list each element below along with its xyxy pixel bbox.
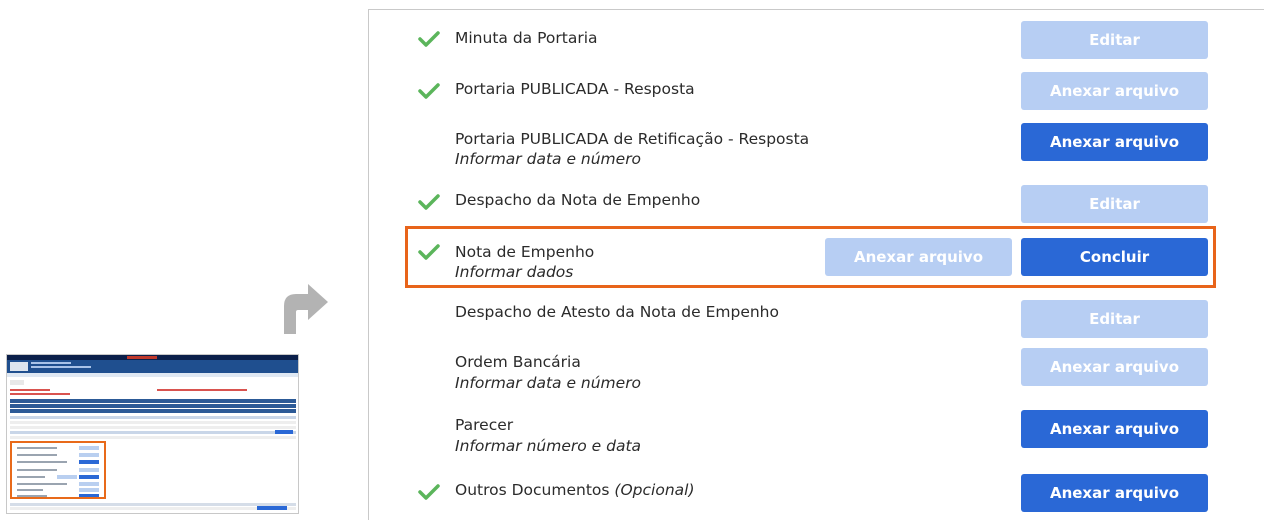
thumbnail-logo <box>10 362 28 371</box>
row-title: Portaria PUBLICADA de Retificação - Resp… <box>455 130 810 148</box>
editar-button[interactable]: Editar <box>1021 300 1208 338</box>
checklist-row: Ordem Bancária Informar data e número An… <box>369 346 1264 410</box>
anexar-arquivo-button[interactable]: Anexar arquivo <box>1021 410 1208 448</box>
checklist-row: Despacho da Nota de Empenho Editar <box>369 183 1264 228</box>
row-subtitle: Informar data e número <box>455 150 642 168</box>
row-title: Portaria PUBLICADA - Resposta <box>455 80 695 98</box>
row-subtitle: Informar dados <box>455 263 574 281</box>
checklist-row: Portaria PUBLICADA de Retificação - Resp… <box>369 123 1264 183</box>
row-subtitle: Informar número e data <box>455 437 642 455</box>
row-title: Outros Documentos (Opcional) <box>455 481 695 499</box>
row-title-text: Outros Documentos <box>455 481 610 499</box>
anexar-arquivo-button[interactable]: Anexar arquivo <box>1021 72 1208 110</box>
row-title: Minuta da Portaria <box>455 29 598 47</box>
thumbnail-section-bar <box>10 399 296 403</box>
page-thumbnail <box>6 354 299 514</box>
row-title: Ordem Bancária <box>455 353 581 371</box>
anexar-arquivo-button[interactable]: Anexar arquivo <box>1021 123 1208 161</box>
checklist-row: Minuta da Portaria Editar <box>369 10 1264 70</box>
check-icon <box>418 484 440 500</box>
row-title: Parecer <box>455 416 514 434</box>
thumbnail-highlight <box>10 441 106 499</box>
optional-label: (Opcional) <box>614 481 695 499</box>
check-icon <box>418 244 440 260</box>
thumbnail-brand-bar <box>7 360 298 373</box>
checklist-row: Portaria PUBLICADA - Resposta Anexar arq… <box>369 70 1264 123</box>
row-title: Despacho de Atesto da Nota de Empenho <box>455 303 779 321</box>
checklist-row: Outros Documentos (Opcional) Anexar arqu… <box>369 468 1264 520</box>
thumbnail-subbar <box>7 373 298 377</box>
check-icon <box>418 83 440 99</box>
editar-button[interactable]: Editar <box>1021 185 1208 223</box>
concluir-button[interactable]: Concluir <box>1021 238 1208 276</box>
anexar-arquivo-button[interactable]: Anexar arquivo <box>1021 474 1208 512</box>
checklist-row: Parecer Informar número e data Anexar ar… <box>369 410 1264 468</box>
thumbnail-tab <box>10 380 24 385</box>
document-checklist-panel: Minuta da Portaria Editar Portaria PUBLI… <box>368 9 1264 520</box>
turn-right-arrow-icon <box>284 284 328 334</box>
checklist-row-highlighted: Nota de Empenho Informar dados Anexar ar… <box>369 228 1264 288</box>
row-subtitle: Informar data e número <box>455 374 642 392</box>
check-icon <box>418 194 440 210</box>
editar-button[interactable]: Editar <box>1021 21 1208 59</box>
checklist-row: Despacho de Atesto da Nota de Empenho Ed… <box>369 288 1264 346</box>
row-title: Despacho da Nota de Empenho <box>455 191 701 209</box>
row-title: Nota de Empenho <box>455 243 595 261</box>
anexar-arquivo-button[interactable]: Anexar arquivo <box>1021 348 1208 386</box>
anexar-arquivo-button[interactable]: Anexar arquivo <box>825 238 1012 276</box>
check-icon <box>418 31 440 47</box>
